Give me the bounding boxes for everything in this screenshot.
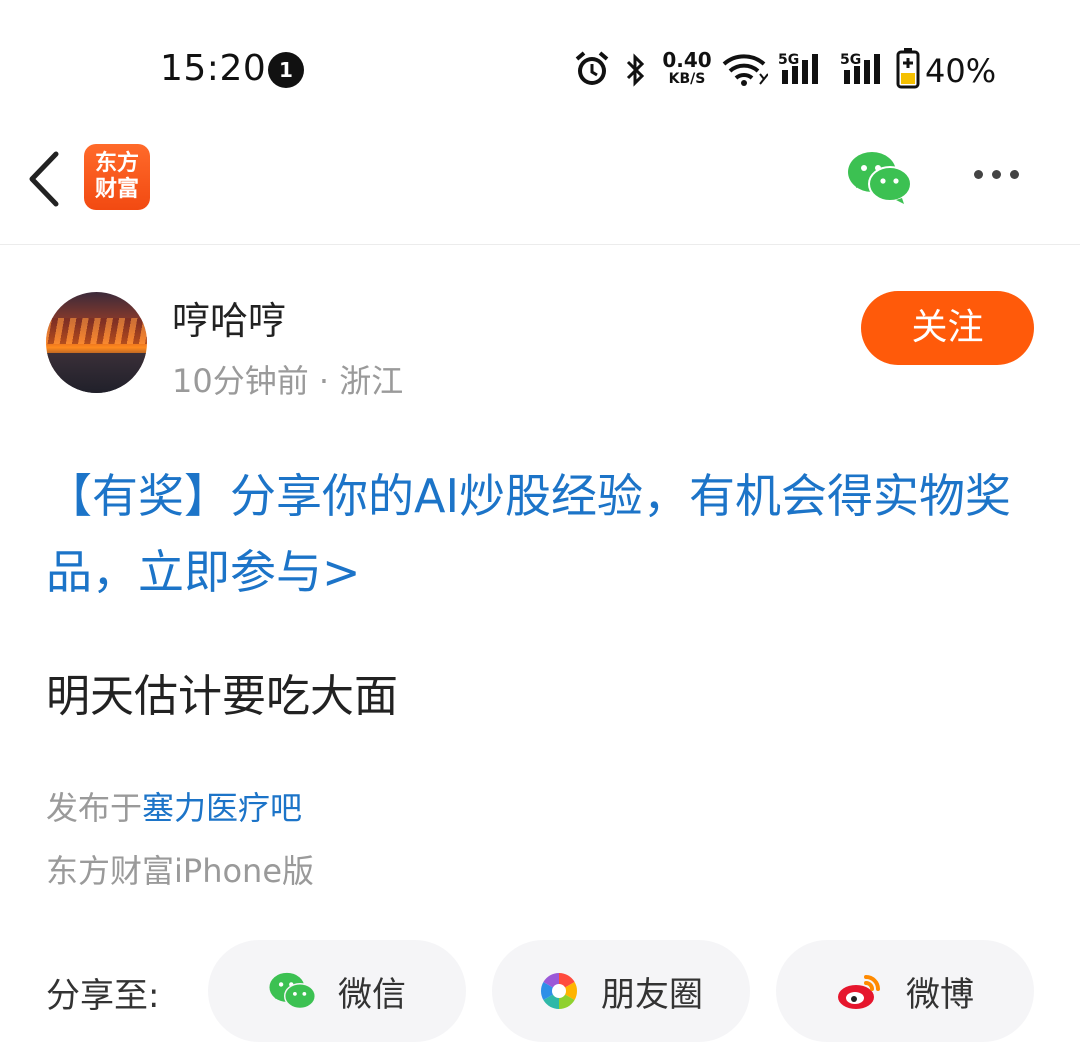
forum-link[interactable]: 塞力医疗吧 — [142, 789, 302, 827]
bluetooth-icon — [626, 53, 645, 87]
status-bar: 15:20 1 0.40 KB/S 5G 5G 40% — [0, 0, 1080, 130]
top-navigation-bar: 东方 财富 — [0, 130, 1080, 245]
avatar[interactable] — [46, 292, 147, 393]
follow-button[interactable]: 关注 — [861, 291, 1034, 365]
status-time: 15:20 — [160, 48, 267, 89]
moments-icon — [540, 973, 578, 1009]
author-name[interactable]: 哼哈哼 — [172, 290, 286, 345]
share-weibo-label: 微博 — [906, 974, 974, 1015]
wifi-icon — [722, 54, 768, 86]
post-text: 明天估计要吃大面 — [46, 671, 398, 722]
notification-badge: 1 — [268, 52, 304, 88]
wechat-icon — [269, 972, 316, 1010]
battery-percentage: 40% — [925, 52, 997, 90]
share-moments-label: 朋友圈 — [601, 974, 703, 1015]
more-icon[interactable] — [974, 164, 1030, 182]
net-speed-value: 0.40 — [662, 48, 712, 72]
signal2-label: 5G — [840, 52, 861, 68]
post-meta: 10分钟前 · 浙江 — [172, 362, 404, 400]
post-device: 东方财富iPhone版 — [46, 852, 315, 890]
back-icon[interactable] — [22, 148, 66, 210]
battery-icon — [896, 48, 920, 89]
share-wechat-label: 微信 — [338, 974, 406, 1015]
post-source: 发布于塞力医疗吧 — [46, 783, 302, 829]
app-logo[interactable]: 东方 财富 — [84, 144, 150, 210]
network-speed: 0.40 KB/S — [660, 50, 714, 86]
promo-link[interactable]: 【有奖】分享你的AI炒股经验，有机会得实物奖品，立即参与> — [46, 458, 1036, 610]
logo-text-line2: 财富 — [94, 177, 139, 202]
share-wechat-button[interactable]: 微信 — [208, 940, 466, 1042]
logo-text-line1: 东方 — [94, 151, 139, 176]
share-moments-button[interactable]: 朋友圈 — [492, 940, 750, 1042]
signal1-label: 5G — [778, 52, 799, 68]
share-label: 分享至: — [46, 976, 160, 1016]
wechat-icon[interactable] — [846, 150, 912, 204]
net-speed-unit: KB/S — [668, 71, 706, 87]
alarm-icon — [575, 51, 609, 85]
share-weibo-button[interactable]: 微博 — [776, 940, 1034, 1042]
source-prefix: 发布于 — [46, 789, 143, 827]
signal-icon-2: 5G — [840, 52, 880, 84]
weibo-icon — [838, 975, 880, 1009]
signal-icon: 5G — [778, 52, 818, 84]
